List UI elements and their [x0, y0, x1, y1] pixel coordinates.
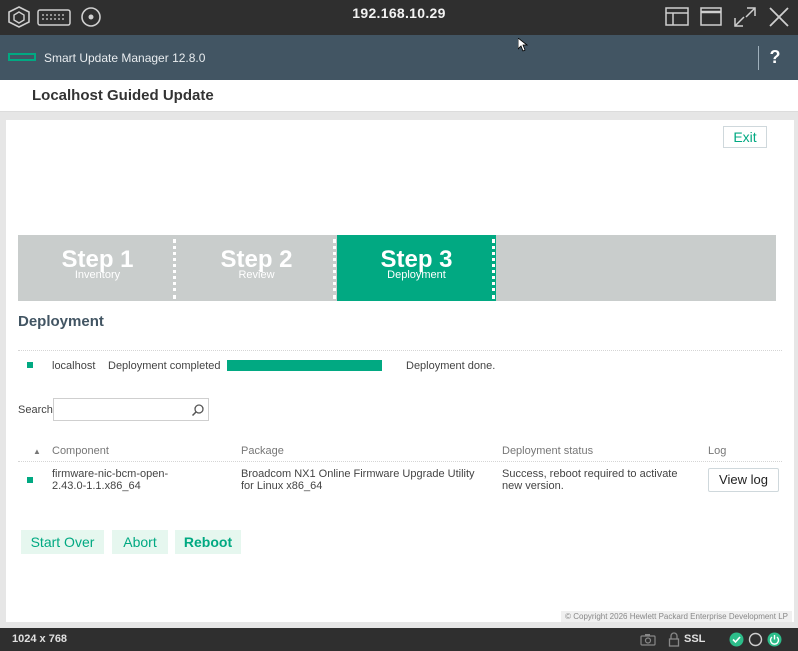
- kvm-status-bar: 1024 x 768 SSL: [0, 628, 798, 651]
- camera-icon[interactable]: [640, 633, 656, 646]
- step-3: Step 3 Deployment: [337, 235, 496, 301]
- start-over-button[interactable]: Start Over: [21, 530, 104, 554]
- kvm-toolbar: 192.168.10.29: [0, 0, 798, 35]
- sort-ascending-icon[interactable]: ▲: [33, 447, 41, 456]
- deployment-result: Deployment done.: [406, 360, 496, 372]
- component-name: firmware-nic-bcm-open-2.43.0-1.1.x86_64: [52, 468, 169, 492]
- step-1-sublabel: Inventory: [74, 269, 121, 281]
- step-3-sublabel: Deployment: [387, 269, 446, 281]
- abort-button[interactable]: Abort: [112, 530, 168, 554]
- exit-button[interactable]: Exit: [723, 126, 767, 148]
- deployment-status: Deployment completed: [108, 360, 221, 372]
- step-2: Step 2 Review: [177, 235, 336, 301]
- column-header-deployment-status[interactable]: Deployment status: [502, 445, 593, 457]
- row-status-indicator: [27, 477, 33, 483]
- close-icon[interactable]: [766, 5, 792, 29]
- circle-icon: [748, 632, 763, 647]
- step-divider: [173, 239, 176, 299]
- reboot-button[interactable]: Reboot: [175, 530, 241, 554]
- hpe-logo: [8, 53, 36, 61]
- step-2-sublabel: Review: [238, 269, 275, 281]
- check-circle-icon: [729, 632, 744, 647]
- search-icon[interactable]: [191, 403, 205, 417]
- row-deployment-status: Success, reboot required to activate new…: [502, 468, 678, 492]
- steps-wizard: Step 1 Inventory Step 2 Review Step 3 De…: [18, 235, 776, 301]
- column-header-log[interactable]: Log: [708, 445, 726, 457]
- status-indicator: [27, 362, 33, 368]
- deployment-progress-bar: [227, 360, 382, 371]
- header-divider: [18, 461, 782, 462]
- app-header: Smart Update Manager 12.8.0 ?: [0, 35, 798, 80]
- copyright-notice: © Copyright 2026 Hewlett Packard Enterpr…: [561, 611, 792, 622]
- fullscreen-icon[interactable]: [732, 5, 758, 29]
- step-1: Step 1 Inventory: [18, 235, 177, 301]
- mouse-cursor-icon: [518, 38, 528, 52]
- lock-icon: [668, 632, 680, 647]
- screen-resolution: 1024 x 768: [12, 633, 68, 645]
- column-header-component[interactable]: Component: [52, 445, 109, 457]
- step-divider: [333, 239, 336, 299]
- view-log-button[interactable]: View log: [708, 468, 779, 492]
- step-divider: [492, 239, 495, 299]
- search-label: Search: [18, 404, 53, 416]
- header-divider: [758, 46, 759, 70]
- deployment-host: localhost: [52, 360, 96, 372]
- ssl-label: SSL: [684, 633, 706, 645]
- page-title-bar: Localhost Guided Update: [0, 80, 798, 112]
- window-layout-icon[interactable]: [664, 5, 690, 29]
- power-icon[interactable]: [767, 632, 782, 647]
- package-name: Broadcom NX1 Online Firmware Upgrade Uti…: [241, 468, 475, 492]
- page-title: Localhost Guided Update: [32, 87, 214, 104]
- row-divider: [18, 350, 782, 351]
- search-input[interactable]: [53, 398, 209, 421]
- main-panel: Exit Step 1 Inventory Step 2 Review Step…: [6, 120, 794, 622]
- column-header-package[interactable]: Package: [241, 445, 284, 457]
- maximize-icon[interactable]: [698, 5, 724, 29]
- app-name: Smart Update Manager 12.8.0: [44, 51, 206, 65]
- section-title: Deployment: [18, 313, 104, 330]
- help-button[interactable]: ?: [766, 47, 784, 68]
